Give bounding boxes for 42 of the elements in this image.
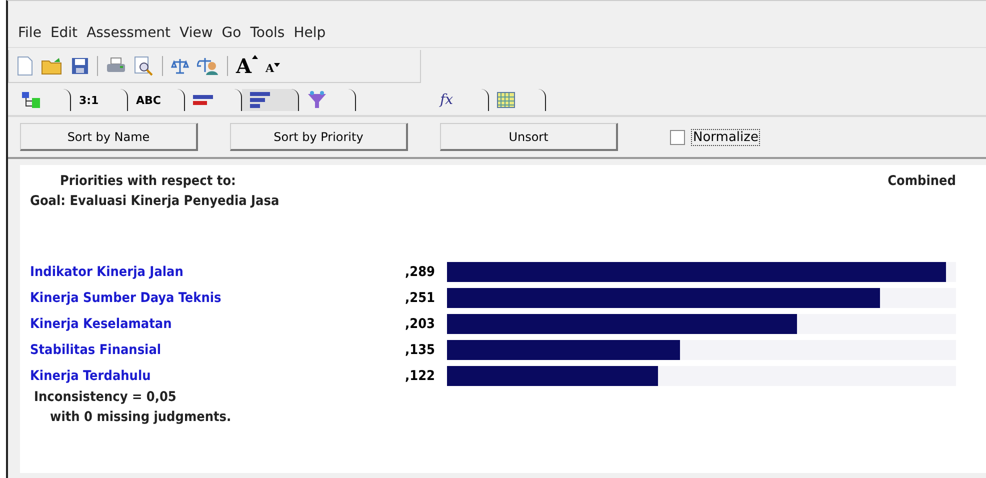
caret-icon <box>274 63 280 67</box>
criterion-name: Kinerja Keselamatan <box>30 316 173 332</box>
folder-icon[interactable] <box>41 57 63 75</box>
priority-value: ,289 <box>404 264 436 280</box>
inconsistency-text: Inconsistency = 0,05 <box>33 389 178 405</box>
criterion-name: Kinerja Terdahulu <box>30 368 152 384</box>
print-preview-icon[interactable] <box>134 56 154 76</box>
criterion-name: Indikator Kinerja Jalan <box>30 264 184 280</box>
bar-chart-icon <box>250 92 272 108</box>
funnel-icon <box>307 91 327 109</box>
priority-value: ,203 <box>404 316 436 332</box>
priority-value: ,135 <box>404 342 436 358</box>
menu-item[interactable]: Edit <box>50 25 78 41</box>
menu-item[interactable]: File <box>18 25 42 41</box>
menu-item[interactable]: View <box>180 25 213 41</box>
hierarchy-icon <box>22 92 42 108</box>
tab[interactable] <box>242 89 299 111</box>
caret-icon <box>252 55 258 59</box>
report-heading: Priorities with respect to: <box>60 173 236 189</box>
missing-judgments-text: with 0 missing judgments. <box>49 409 232 425</box>
bar-chart-icon <box>193 93 215 107</box>
printer-icon[interactable] <box>106 57 126 75</box>
menu-item[interactable]: Go <box>222 25 242 41</box>
priority-value: ,122 <box>404 368 436 384</box>
criterion-name: Kinerja Sumber Daya Teknis <box>30 290 222 306</box>
menu-item[interactable]: Help <box>294 25 326 41</box>
sort-button[interactable]: Sort by Name <box>20 123 198 151</box>
font-size-button[interactable]: A <box>266 62 280 75</box>
menu-item[interactable]: Tools <box>250 25 285 41</box>
sort-button[interactable]: Unsort <box>440 123 618 151</box>
balance-person-icon[interactable] <box>197 56 219 76</box>
criterion-name: Stabilitas Finansial <box>30 342 162 358</box>
goal-title: Goal: Evaluasi Kinerja Penyedia Jasa <box>30 193 280 209</box>
font-size-button[interactable]: A <box>236 54 258 78</box>
balance-icon[interactable] <box>171 57 189 75</box>
priority-value: ,251 <box>404 290 436 306</box>
menu-item[interactable]: Assessment <box>86 25 171 41</box>
combined-label: Combined <box>888 173 956 189</box>
save-icon[interactable] <box>71 57 89 75</box>
grid-icon <box>497 92 515 108</box>
sort-button[interactable]: Sort by Priority <box>230 123 408 151</box>
new-file-icon[interactable] <box>17 56 33 76</box>
